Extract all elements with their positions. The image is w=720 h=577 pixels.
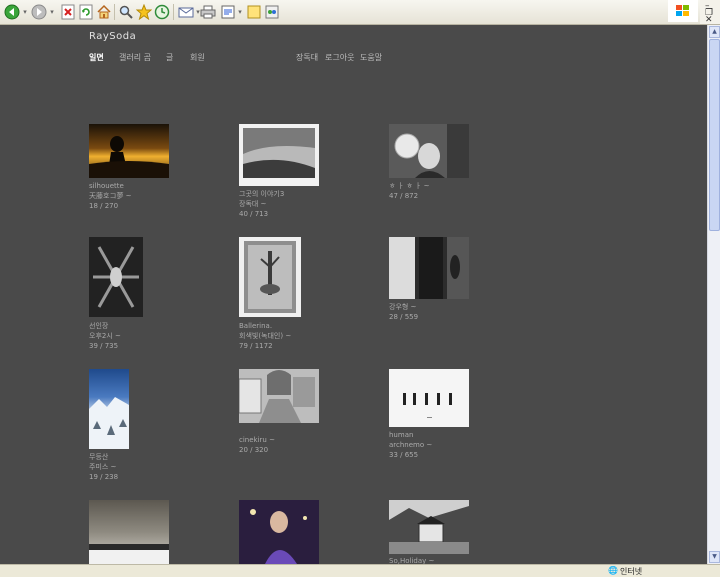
photo-stats: 79 / 1172: [239, 342, 273, 350]
photo-stats: 39 / 735: [89, 342, 119, 350]
photo-thumbnail[interactable]: [89, 237, 143, 317]
photo-stats: 19 / 238: [89, 473, 119, 481]
scroll-down-icon[interactable]: ▼: [709, 551, 720, 563]
print-icon[interactable]: [200, 3, 216, 21]
photo-caption: 선인장 오후2시 ~ 39 / 735: [89, 321, 121, 351]
photo-author[interactable]: archnemo ~: [389, 440, 432, 450]
messenger-icon[interactable]: [264, 3, 280, 21]
window-controls: – ❐ ✕: [700, 0, 720, 25]
browser-toolbar: ▾ ▾ ▾ ▾ – ❐ ✕: [0, 0, 720, 25]
photo-caption: silhouette 天藤호コ夢 ~ 18 / 270: [89, 181, 132, 211]
mail-icon[interactable]: [178, 3, 194, 21]
photo-title[interactable]: human: [389, 430, 432, 440]
internet-zone-icon: 🌐: [608, 566, 618, 575]
photo-author[interactable]: 오후2시 ~: [89, 331, 121, 341]
photo-title[interactable]: 그곳의 이야기3: [239, 189, 284, 199]
photo-author[interactable]: 주미스 ~: [89, 462, 118, 472]
search-icon[interactable]: [118, 3, 134, 21]
favorites-icon[interactable]: [136, 3, 152, 21]
photo-thumbnail[interactable]: [89, 369, 129, 449]
photo-title[interactable]: silhouette: [89, 181, 132, 191]
photo-caption: 그곳의 이야기3 장독대 ~ 40 / 713: [239, 189, 284, 219]
photo-thumbnail[interactable]: [389, 237, 469, 299]
photo-stats: 33 / 655: [389, 451, 419, 459]
history-icon[interactable]: [154, 3, 170, 21]
edit-icon[interactable]: [220, 3, 236, 21]
photo-stats: 40 / 713: [239, 210, 269, 218]
photo-thumbnail[interactable]: [389, 500, 469, 554]
photo-caption: Ballerina. 회색빛(녹대인) ~ 79 / 1172: [239, 321, 291, 351]
scrollbar-thumb[interactable]: [709, 39, 720, 231]
photo-author[interactable]: 天藤호コ夢 ~: [89, 191, 132, 201]
photo-caption: human archnemo ~ 33 / 655: [389, 430, 432, 460]
nav-item-logout[interactable]: 로그아웃: [325, 52, 354, 63]
windows-logo-icon: [668, 0, 698, 22]
nav-item-jangdokdae[interactable]: 장독대: [296, 52, 318, 63]
photo-caption: ㅎ ㅏ ㅎ ㅏ ~ 47 / 872: [389, 181, 430, 201]
photo-stats: 47 / 872: [389, 192, 419, 200]
photo-author[interactable]: So,Holiday ~: [389, 556, 434, 564]
photo-stats: 28 / 559: [389, 313, 419, 321]
photo-stats: 18 / 270: [89, 202, 119, 210]
nav-item-gallery[interactable]: 갤러리 곰: [119, 52, 151, 63]
photo-thumbnail[interactable]: [239, 369, 319, 423]
nav-item-help[interactable]: 도움말: [360, 52, 382, 63]
photo-author[interactable]: 장독대 ~: [239, 199, 284, 209]
site-title[interactable]: RaySoda: [89, 31, 136, 42]
photo-title[interactable]: 선인장: [89, 321, 121, 331]
vertical-scrollbar[interactable]: ▲ ▼: [707, 25, 720, 564]
back-icon[interactable]: [4, 3, 20, 21]
edit-dropdown-icon[interactable]: ▾: [236, 3, 244, 21]
photo-caption: 강우형 ~ 28 / 559: [389, 302, 418, 322]
home-icon[interactable]: [96, 3, 112, 21]
forward-dropdown-icon[interactable]: ▾: [48, 3, 56, 21]
scroll-up-icon[interactable]: ▲: [709, 26, 720, 38]
photo-thumbnail[interactable]: [89, 500, 169, 564]
photo-caption: 무등산 주미스 ~ 19 / 238: [89, 452, 118, 482]
photo-author[interactable]: 회색빛(녹대인) ~: [239, 331, 291, 341]
photo-title[interactable]: 무등산: [89, 452, 118, 462]
photo-caption: So,Holiday ~: [389, 556, 434, 564]
forward-icon[interactable]: [31, 3, 47, 21]
photo-thumbnail[interactable]: [239, 500, 319, 564]
photo-title[interactable]: ㅎ ㅏ ㅎ ㅏ ~: [389, 181, 430, 191]
photo-author[interactable]: cinekiru ~: [239, 435, 275, 445]
photo-stats: 20 / 320: [239, 446, 269, 454]
nav-item-posts[interactable]: 글: [166, 52, 173, 63]
notes-icon[interactable]: [246, 3, 262, 21]
photo-author[interactable]: 강우형 ~: [389, 302, 418, 312]
photo-caption: cinekiru ~ 20 / 320: [239, 435, 275, 455]
web-page-content: RaySoda 일면 갤러리 곰 글 회원 장독대 로그아웃 도움말 silho…: [0, 25, 708, 564]
nav-item-home[interactable]: 일면: [89, 52, 104, 63]
stop-icon[interactable]: [60, 3, 76, 21]
photo-title[interactable]: Ballerina.: [239, 321, 291, 331]
photo-thumbnail[interactable]: [239, 237, 301, 317]
security-zone-label: 인터넷: [620, 567, 643, 576]
photo-thumbnail[interactable]: [89, 124, 169, 178]
photo-thumbnail[interactable]: [389, 124, 469, 178]
status-bar: 🌐 인터넷: [0, 564, 720, 577]
back-dropdown-icon[interactable]: ▾: [21, 3, 29, 21]
close-icon[interactable]: ✕: [705, 15, 713, 25]
nav-item-members[interactable]: 회원: [190, 52, 205, 63]
photo-thumbnail[interactable]: [389, 369, 469, 427]
photo-thumbnail[interactable]: [239, 124, 319, 186]
refresh-icon[interactable]: [78, 3, 94, 21]
